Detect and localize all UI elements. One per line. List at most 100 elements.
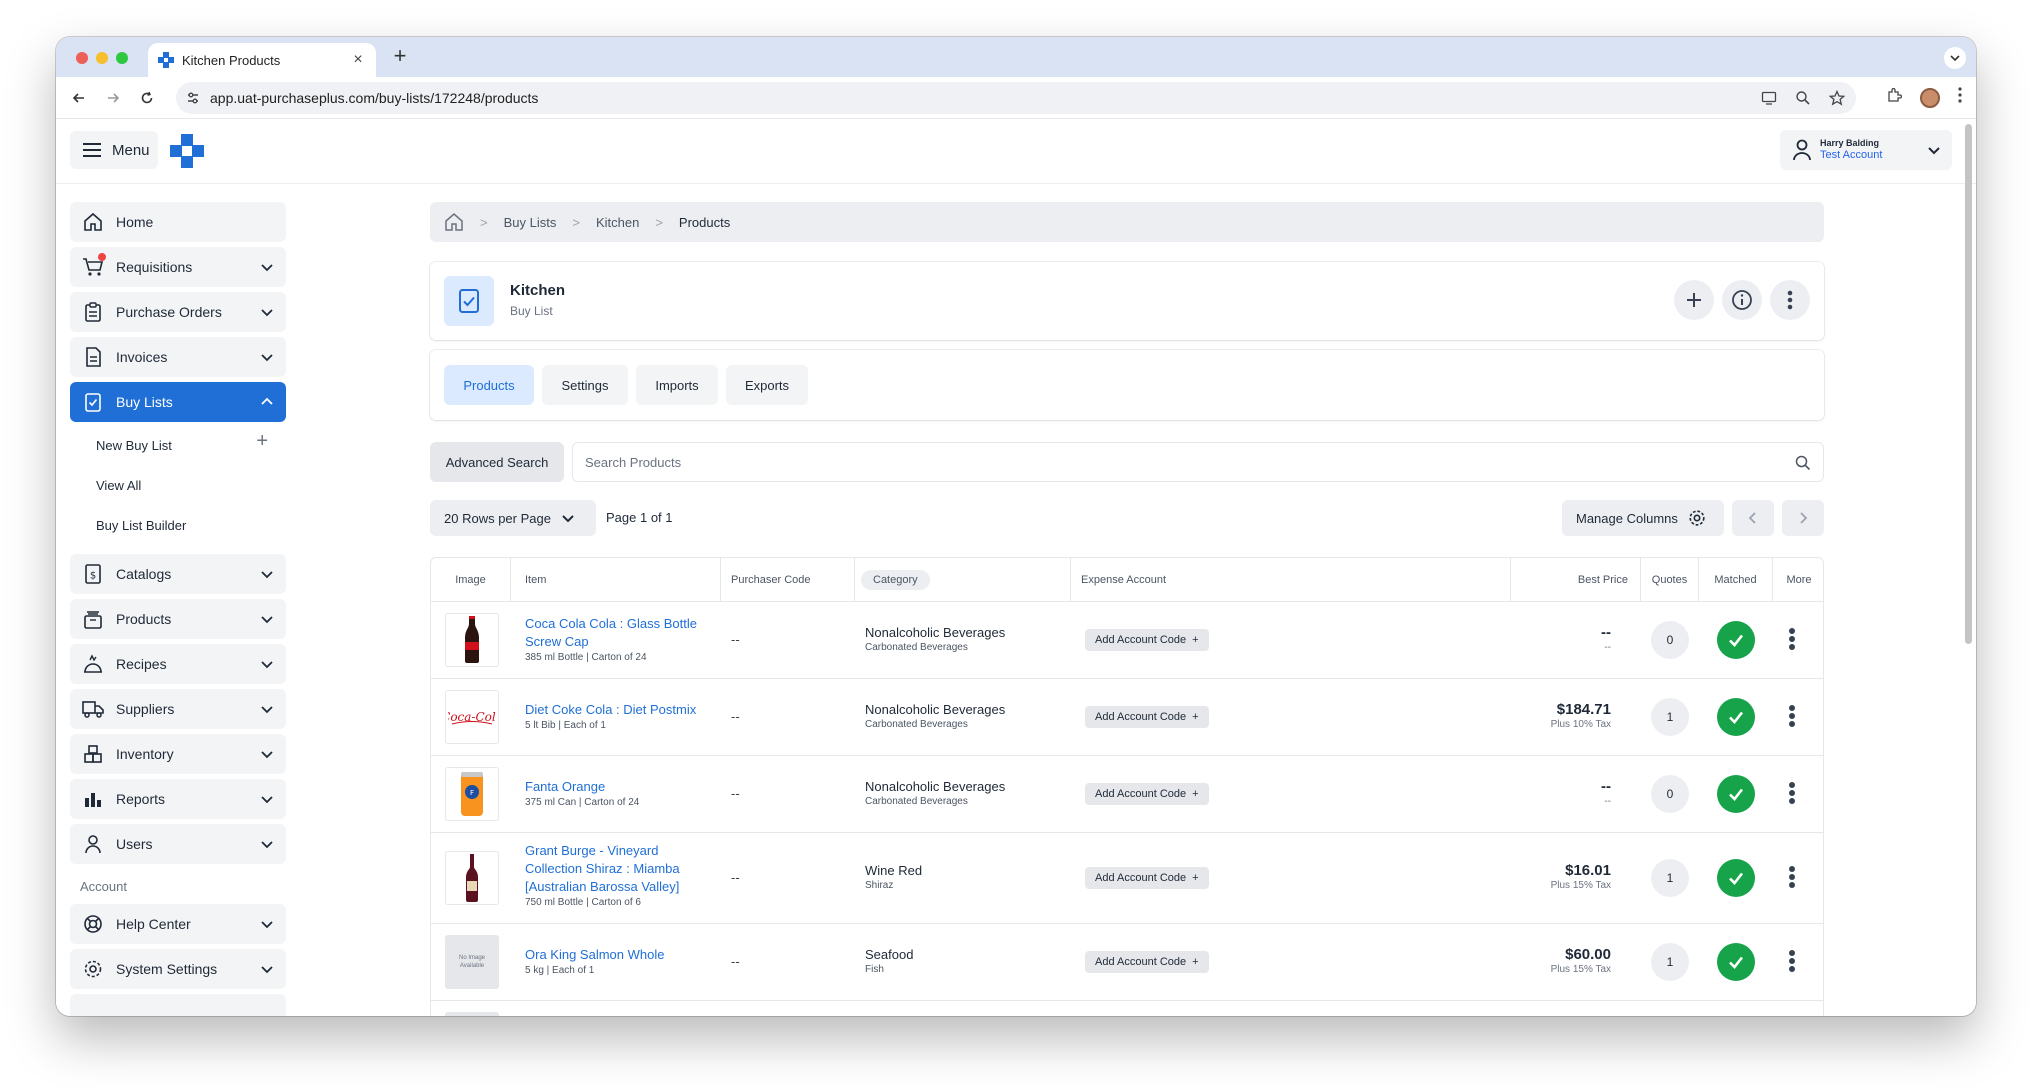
purchaseplus-logo[interactable] bbox=[170, 134, 204, 168]
sidebar-item-label: Reports bbox=[116, 791, 166, 807]
home-icon[interactable] bbox=[444, 212, 464, 232]
tab-imports[interactable]: Imports bbox=[636, 365, 718, 405]
browser-toolbar: app.uat-purchaseplus.com/buy-lists/17224… bbox=[56, 77, 1976, 119]
more-options-button[interactable] bbox=[1770, 280, 1810, 320]
add-account-code-button[interactable]: Add Account Code + bbox=[1085, 951, 1209, 973]
add-buy-list-icon[interactable]: + bbox=[256, 430, 268, 453]
add-account-code-button[interactable]: Add Account Code + bbox=[1085, 783, 1209, 805]
sidebar-item-buy-lists[interactable]: Buy Lists bbox=[70, 382, 286, 422]
subcategory-name: Fish bbox=[865, 964, 884, 975]
zoom-icon[interactable] bbox=[1794, 89, 1812, 107]
row-more-icon[interactable] bbox=[1789, 626, 1795, 652]
page-subtitle: Buy List bbox=[510, 304, 553, 318]
reload-icon bbox=[141, 91, 153, 104]
extensions-icon[interactable] bbox=[1886, 87, 1903, 108]
product-name-link[interactable]: Diet Coke Cola : Diet Postmix 5 lt Bib |… bbox=[525, 701, 721, 733]
sidebar-item-home[interactable]: Home bbox=[70, 202, 286, 242]
sidebar-subitem-buy-list-builder[interactable]: Buy List Builder bbox=[96, 518, 186, 533]
bookmark-star-icon[interactable] bbox=[1828, 89, 1846, 107]
profile-avatar[interactable] bbox=[1920, 87, 1940, 108]
sidebar-item-recipes[interactable]: Recipes bbox=[70, 644, 286, 684]
best-price: $60.00 Plus 15% Tax bbox=[1551, 946, 1611, 976]
menu-label: Menu bbox=[112, 141, 150, 159]
sidebar-item-label: Suppliers bbox=[116, 701, 175, 717]
user-menu[interactable]: Harry Balding Test Account bbox=[1780, 130, 1952, 170]
browser-menu-icon[interactable] bbox=[1958, 87, 1962, 108]
sidebar-item-products[interactable]: Products bbox=[70, 599, 286, 639]
sidebar-subitem-new-buy-list[interactable]: New Buy List bbox=[96, 438, 172, 453]
reload-button[interactable] bbox=[136, 87, 158, 109]
quotes-count[interactable]: 1 bbox=[1651, 859, 1689, 897]
minimize-window-button[interactable] bbox=[96, 52, 108, 64]
add-account-code-button[interactable]: Add Account Code + bbox=[1085, 629, 1209, 651]
product-name-link[interactable]: Ora King Salmon Whole 5 kg | Each of 1 bbox=[525, 946, 721, 978]
sidebar-subitem-view-all[interactable]: View All bbox=[96, 478, 141, 493]
sidebar-item-invoices[interactable]: Invoices bbox=[70, 337, 286, 377]
sidebar-item-purchase-orders[interactable]: Purchase Orders bbox=[70, 292, 286, 332]
add-button[interactable] bbox=[1674, 280, 1714, 320]
inventory-icon bbox=[82, 743, 104, 765]
quotes-count[interactable]: 1 bbox=[1651, 698, 1689, 736]
product-name-link[interactable]: Grant Burge - Vineyard Collection Shiraz… bbox=[525, 842, 721, 910]
url-text: app.uat-purchaseplus.com/buy-lists/17224… bbox=[210, 90, 539, 106]
tab-close-icon[interactable]: × bbox=[350, 51, 366, 69]
page-scrollbar[interactable] bbox=[1965, 124, 1972, 644]
column-header-quotes: Quotes bbox=[1641, 558, 1699, 602]
quotes-count[interactable]: 0 bbox=[1651, 621, 1689, 659]
previous-page-button[interactable] bbox=[1732, 500, 1774, 536]
sidebar-item-partial[interactable] bbox=[70, 994, 286, 1016]
sidebar-item-system-settings[interactable]: System Settings bbox=[70, 949, 286, 989]
category-cell: Seafood Fish bbox=[865, 947, 913, 977]
tab-search-button[interactable] bbox=[1944, 47, 1966, 69]
row-more-icon[interactable] bbox=[1789, 780, 1795, 806]
new-tab-button[interactable]: + bbox=[388, 45, 412, 69]
product-name-link[interactable]: Fanta Orange 375 ml Can | Carton of 24 bbox=[525, 778, 721, 810]
manage-columns-button[interactable]: Manage Columns bbox=[1562, 500, 1724, 536]
breadcrumb-buy-lists[interactable]: Buy Lists bbox=[504, 215, 557, 230]
back-button[interactable] bbox=[68, 87, 90, 109]
sidebar-item-inventory[interactable]: Inventory bbox=[70, 734, 286, 774]
search-input[interactable]: Search Products bbox=[572, 442, 1824, 482]
sidebar-item-users[interactable]: Users bbox=[70, 824, 286, 864]
table-row: Coca Cola Cola : Glass Bottle Screw Cap … bbox=[431, 602, 1823, 679]
svg-text:F: F bbox=[470, 789, 474, 797]
tab-exports[interactable]: Exports bbox=[726, 365, 808, 405]
search-icon[interactable] bbox=[1795, 455, 1811, 471]
forward-button[interactable] bbox=[102, 87, 124, 109]
maximize-window-button[interactable] bbox=[116, 52, 128, 64]
next-page-button[interactable] bbox=[1782, 500, 1824, 536]
add-account-code-button[interactable]: Add Account Code + bbox=[1085, 867, 1209, 889]
site-settings-icon[interactable] bbox=[186, 91, 200, 105]
quotes-count[interactable]: 1 bbox=[1651, 943, 1689, 981]
address-bar[interactable]: app.uat-purchaseplus.com/buy-lists/17224… bbox=[176, 82, 1856, 114]
plus-icon: + bbox=[1192, 711, 1199, 723]
close-window-button[interactable] bbox=[76, 52, 88, 64]
info-button[interactable] bbox=[1722, 280, 1762, 320]
price-value: -- bbox=[1601, 778, 1611, 795]
install-app-icon[interactable] bbox=[1760, 89, 1778, 107]
breadcrumb-kitchen[interactable]: Kitchen bbox=[596, 215, 639, 230]
sidebar-item-label: Recipes bbox=[116, 656, 167, 672]
sidebar-item-suppliers[interactable]: Suppliers bbox=[70, 689, 286, 729]
sidebar-item-help-center[interactable]: Help Center bbox=[70, 904, 286, 944]
menu-button[interactable]: Menu bbox=[70, 131, 158, 169]
sidebar-item-reports[interactable]: Reports bbox=[70, 779, 286, 819]
column-header-category[interactable]: Category bbox=[855, 558, 1071, 602]
chevron-down-icon bbox=[261, 706, 273, 714]
product-name-link[interactable]: Coca Cola Cola : Glass Bottle Screw Cap … bbox=[525, 615, 721, 665]
tab-settings[interactable]: Settings bbox=[542, 365, 628, 405]
tab-products[interactable]: Products bbox=[444, 365, 534, 405]
add-account-code-label: Add Account Code bbox=[1095, 711, 1187, 723]
row-more-icon[interactable] bbox=[1789, 703, 1795, 729]
sidebar-item-requisitions[interactable]: Requisitions bbox=[70, 247, 286, 287]
sidebar-item-label: Products bbox=[116, 611, 172, 627]
advanced-search-button[interactable]: Advanced Search bbox=[430, 442, 564, 482]
add-account-code-button[interactable]: Add Account Code + bbox=[1085, 706, 1209, 728]
browser-tab[interactable]: Kitchen Products × bbox=[148, 43, 376, 77]
quotes-count[interactable]: 0 bbox=[1651, 775, 1689, 813]
rows-per-page-select[interactable]: 20 Rows per Page bbox=[430, 500, 596, 536]
row-more-icon[interactable] bbox=[1789, 948, 1795, 974]
chart-icon bbox=[82, 788, 104, 810]
sidebar-item-catalogs[interactable]: $ Catalogs bbox=[70, 554, 286, 594]
row-more-icon[interactable] bbox=[1789, 864, 1795, 890]
